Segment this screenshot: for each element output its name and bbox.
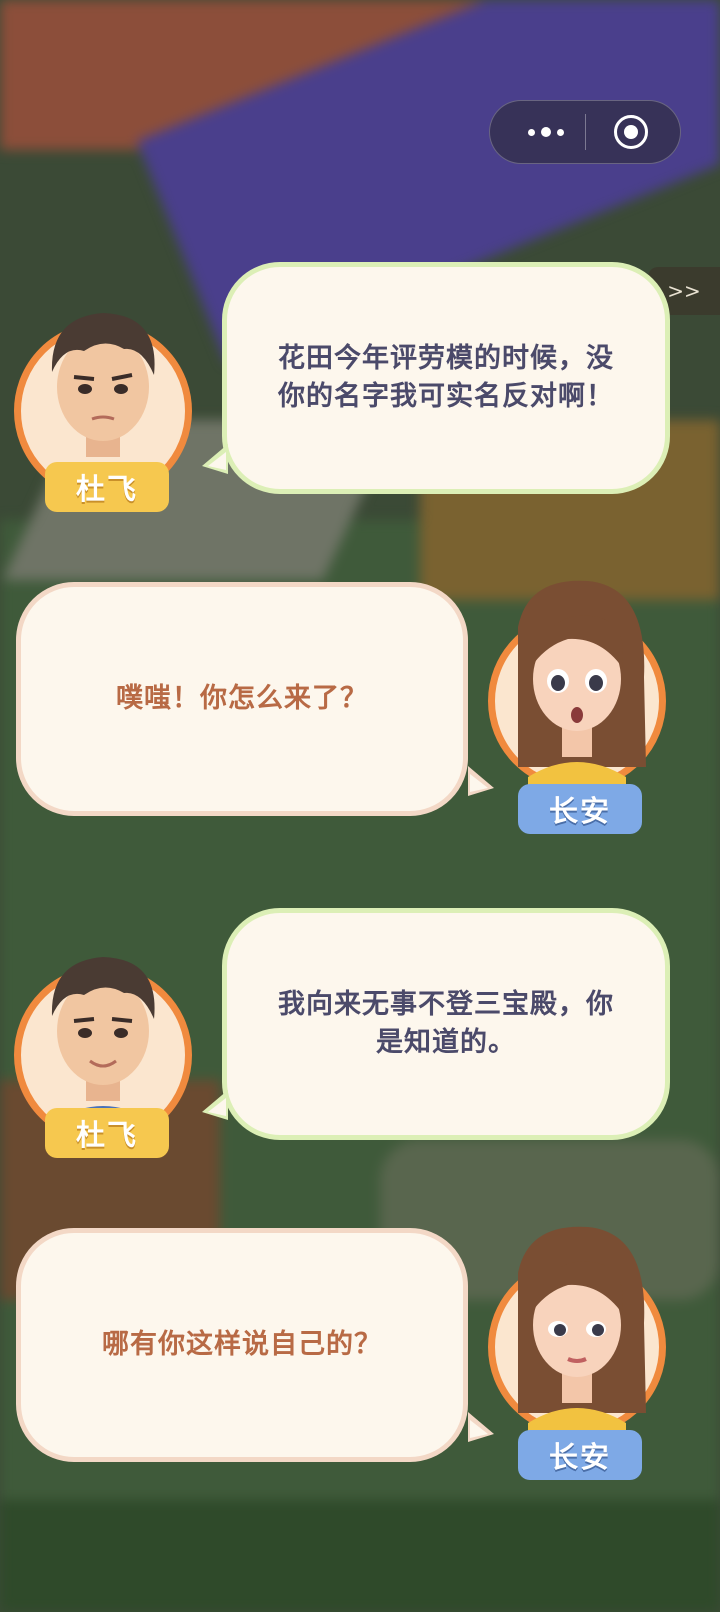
speaker-name: 长安 (518, 1430, 642, 1480)
speaker-name: 杜飞 (45, 462, 169, 512)
speaker-name: 杜飞 (45, 1108, 169, 1158)
avatar-changan (488, 580, 666, 797)
avatar-changan (488, 1226, 666, 1443)
dialogue-bubble[interactable]: 我向来无事不登三宝殿，你是知道的。 (222, 908, 670, 1140)
bubble-tail (202, 1090, 228, 1120)
dialogue-text: 我向来无事不登三宝殿，你是知道的。 (278, 989, 614, 1058)
dialogue-bubble[interactable]: 哪有你这样说自己的？ (16, 1228, 468, 1462)
capsule-divider (585, 114, 586, 150)
more-dots-icon[interactable] (516, 115, 576, 149)
dialogue-text: 花田今年评劳模的时候，没你的名字我可实名反对啊！ (278, 343, 614, 412)
miniprogram-capsule (489, 100, 681, 164)
dialogue-text: 哪有你这样说自己的？ (102, 1329, 382, 1360)
dialogue-bubble[interactable]: 花田今年评劳模的时候，没你的名字我可实名反对啊！ (222, 262, 670, 494)
close-target-icon[interactable] (614, 115, 648, 149)
speaker-name: 长安 (518, 784, 642, 834)
dialogue-text: 噗嗤！你怎么来了？ (116, 683, 368, 714)
bubble-tail (202, 444, 228, 474)
dialogue-bubble[interactable]: 噗嗤！你怎么来了？ (16, 582, 468, 816)
